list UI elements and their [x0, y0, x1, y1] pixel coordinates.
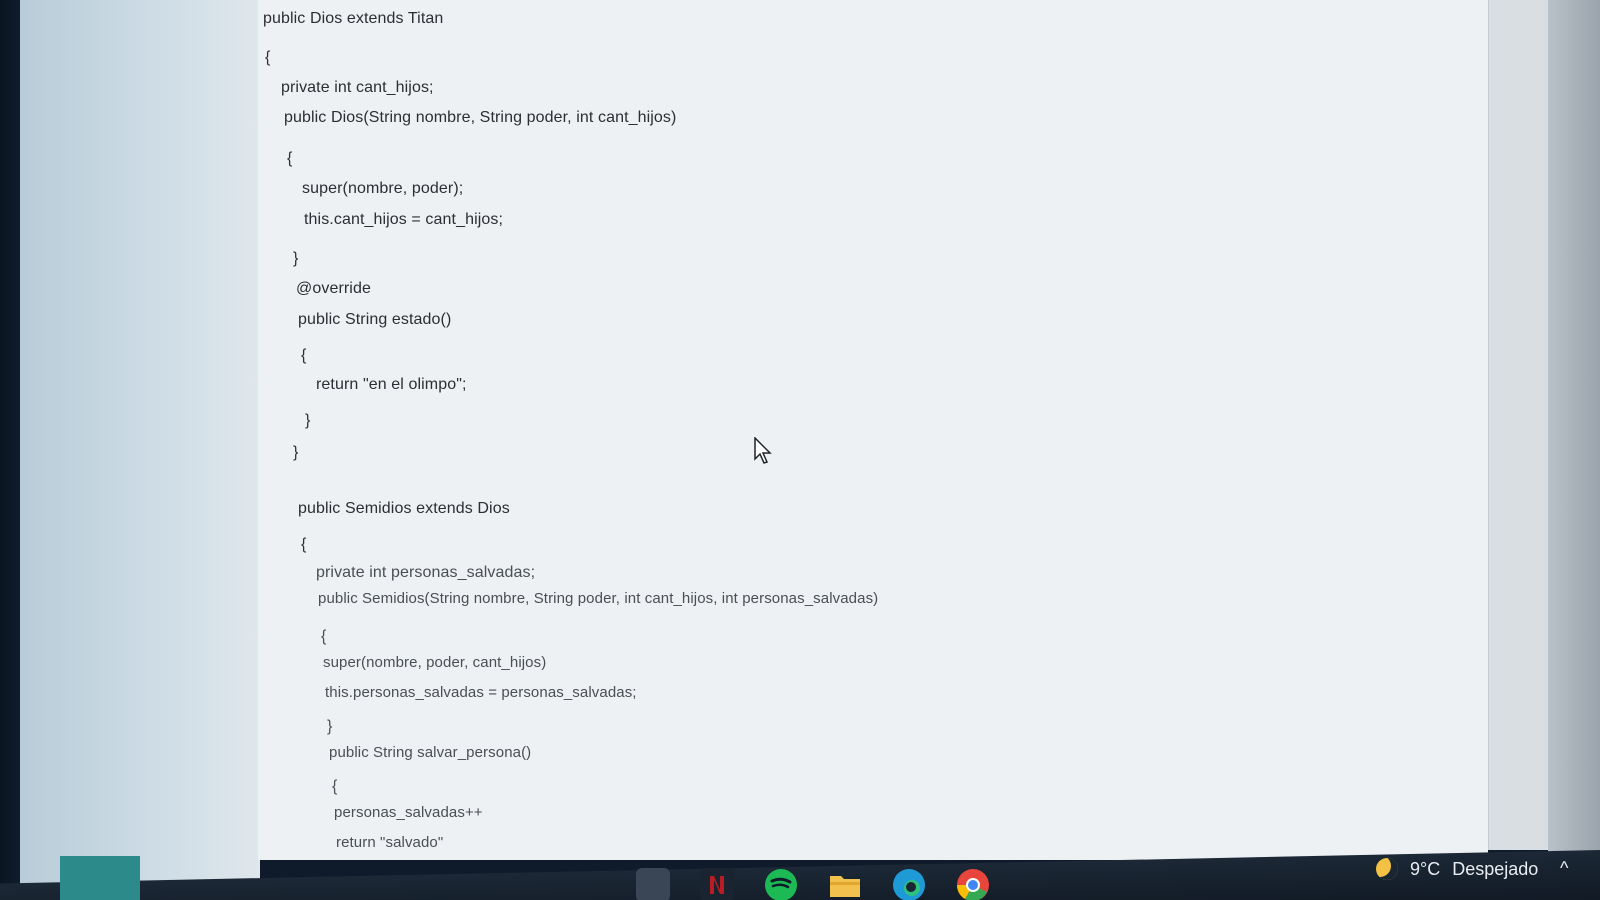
code-line: }: [293, 444, 299, 461]
spotify-icon[interactable]: [764, 868, 798, 900]
code-line: }: [305, 412, 311, 429]
moon-icon: [1376, 858, 1398, 880]
code-line: return "salvado": [336, 834, 444, 851]
code-line: {: [301, 347, 307, 364]
code-line: return "en el olimpo";: [316, 376, 467, 393]
code-line: {: [301, 536, 307, 553]
code-line: public String salvar_persona(): [329, 744, 532, 761]
code-line: personas_salvadas++: [334, 804, 483, 821]
screen: public Dios extends Titan { private int …: [0, 0, 1600, 900]
generic-app-icon[interactable]: [636, 868, 670, 900]
weather-condition: Despejado: [1452, 858, 1539, 879]
edge-icon[interactable]: [892, 868, 926, 900]
code-line: private int cant_hijos;: [281, 79, 434, 96]
code-line: public Dios extends Titan: [263, 10, 444, 27]
weather-widget[interactable]: 9°C Despejado: [1376, 854, 1538, 884]
code-line: {: [265, 49, 271, 66]
code-line: }: [293, 250, 299, 267]
document-page[interactable]: [258, 0, 1488, 860]
taskbar-left-strip: [60, 856, 140, 900]
weather-temperature: 9°C: [1410, 858, 1441, 879]
code-line: {: [321, 628, 327, 645]
code-line: public String estado(): [298, 311, 452, 328]
code-line: super(nombre, poder);: [302, 180, 464, 197]
netflix-icon[interactable]: [700, 868, 734, 900]
code-line: }: [327, 718, 333, 735]
code-line: super(nombre, poder, cant_hijos): [323, 654, 547, 671]
code-line: this.personas_salvadas = personas_salvad…: [325, 684, 637, 701]
tray-chevron-icon[interactable]: ^: [1560, 858, 1568, 879]
screen-edge-right: [1548, 0, 1600, 900]
code-line: @override: [296, 280, 371, 297]
code-line: private int personas_salvadas;: [316, 564, 536, 581]
code-line: {: [332, 778, 338, 795]
folder-icon[interactable]: [828, 868, 862, 900]
code-line: public Dios(String nombre, String poder,…: [284, 109, 677, 126]
code-line: public Semidios extends Dios: [298, 500, 510, 517]
code-line: {: [287, 150, 293, 167]
code-line: this.cant_hijos = cant_hijos;: [304, 211, 504, 228]
vertical-scrollbar[interactable]: [1488, 0, 1549, 850]
code-line: public Semidios(String nombre, String po…: [318, 590, 879, 607]
chrome-icon[interactable]: [956, 868, 990, 900]
document-margin: [20, 0, 260, 900]
mouse-pointer-icon: [754, 437, 772, 464]
